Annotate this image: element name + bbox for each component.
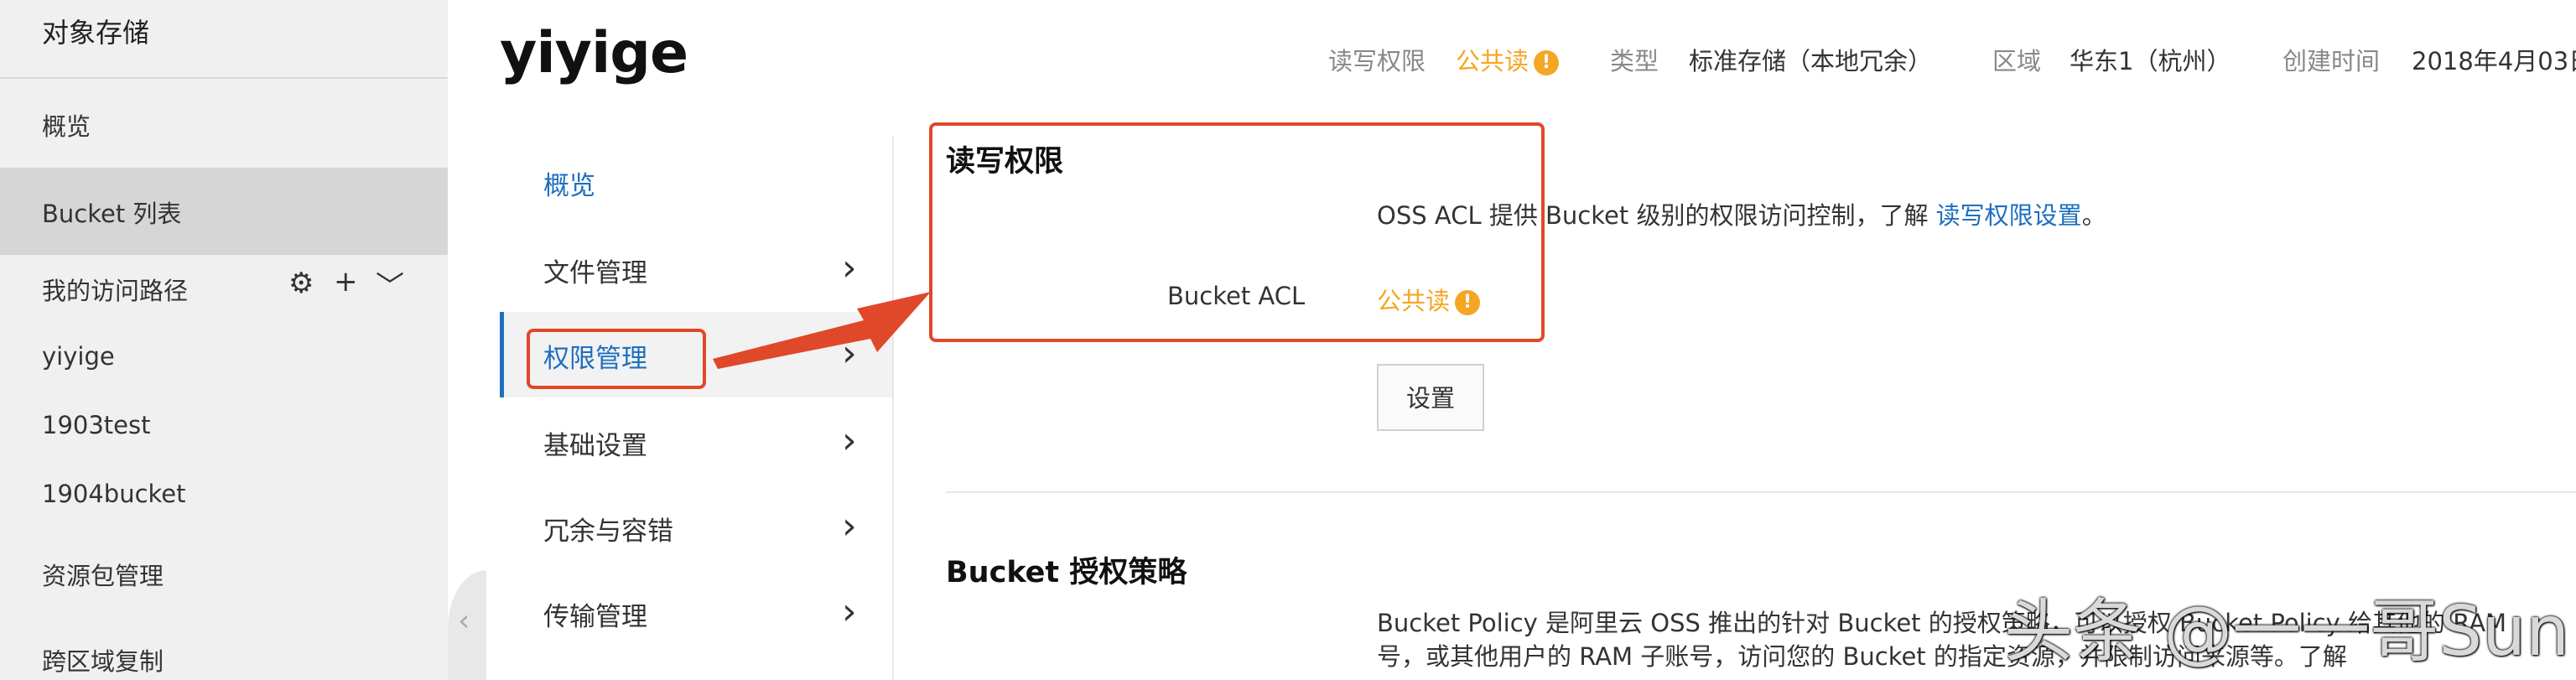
region-value: 华东1（杭州） — [2070, 47, 2231, 75]
sidebar-title: 对象存储 — [42, 17, 150, 49]
chevron-right-icon: › — [842, 590, 857, 633]
chevron-down-icon[interactable]: ﹀ — [376, 263, 404, 304]
subnav-item-redundancy[interactable]: 冗余与容错 › — [500, 485, 892, 570]
sidebar-item-bucket-list[interactable]: Bucket 列表 — [42, 195, 181, 230]
sidebar-item-resource-package[interactable]: 资源包管理 — [42, 557, 164, 592]
sidebar-item-path-1903test[interactable]: 1903test — [42, 411, 151, 439]
sidebar: 对象存储 概览 Bucket 列表 我的访问路径 ⚙ + ﹀ yiyige 19… — [0, 0, 448, 680]
created-value: 2018年4月03日 — [2412, 47, 2576, 75]
acl-value-text: 公共读 — [1456, 47, 1530, 75]
annotation-highlight-subnav — [527, 329, 706, 389]
sidebar-divider — [0, 77, 448, 79]
sidebar-collapse-toggle[interactable]: ‹ — [448, 570, 486, 680]
sidebar-item-overview[interactable]: 概览 — [42, 107, 91, 143]
annotation-highlight-acl — [929, 122, 1545, 342]
subnav-label: 冗余与容错 — [543, 516, 673, 547]
acl-label: 读写权限 — [1328, 47, 1426, 75]
subnav-label: 文件管理 — [543, 258, 647, 288]
acl-settings-link[interactable]: 读写权限设置 — [1936, 201, 2082, 230]
warning-icon: ! — [1534, 50, 1560, 75]
sidebar-item-path-1904bucket[interactable]: 1904bucket — [42, 480, 186, 508]
subnav-item-overview[interactable]: 概览 — [500, 139, 892, 225]
active-indicator — [500, 312, 504, 397]
sidebar-item-path-yiyige[interactable]: yiyige — [42, 342, 115, 371]
acl-set-button[interactable]: 设置 — [1377, 364, 1484, 431]
subnav-label: 传输管理 — [543, 602, 647, 632]
acl-value: 公共读! — [1456, 42, 1560, 77]
chevron-right-icon: › — [842, 419, 857, 462]
region-label: 区域 — [1992, 47, 2042, 75]
type-label: 类型 — [1610, 47, 1659, 75]
gear-icon[interactable]: ⚙ — [288, 267, 314, 300]
subnav-divider — [892, 136, 894, 680]
created-label: 创建时间 — [2283, 47, 2381, 75]
page-title: yiyige — [500, 20, 688, 86]
acl-description-end: 。 — [2081, 201, 2106, 230]
policy-section-title: Bucket 授权策略 — [946, 556, 1187, 589]
section-divider — [946, 491, 2576, 493]
subnav-item-basic-settings[interactable]: 基础设置 › — [500, 399, 892, 485]
type-value: 标准存储（本地冗余） — [1689, 47, 1933, 75]
subnav-item-transfer-management[interactable]: 传输管理 › — [500, 570, 892, 656]
subnav-label: 概览 — [543, 171, 595, 201]
chevron-left-icon: ‹ — [458, 604, 470, 638]
watermark: 头条 @一一哥Sun — [2004, 592, 2570, 672]
sidebar-item-my-paths: 我的访问路径 — [42, 277, 189, 305]
chevron-right-icon: › — [842, 505, 857, 548]
plus-icon[interactable]: + — [334, 265, 358, 298]
subnav-label: 基础设置 — [543, 431, 647, 461]
sidebar-item-cross-region[interactable]: 跨区域复制 — [42, 642, 164, 677]
annotation-arrow-icon — [713, 292, 931, 369]
